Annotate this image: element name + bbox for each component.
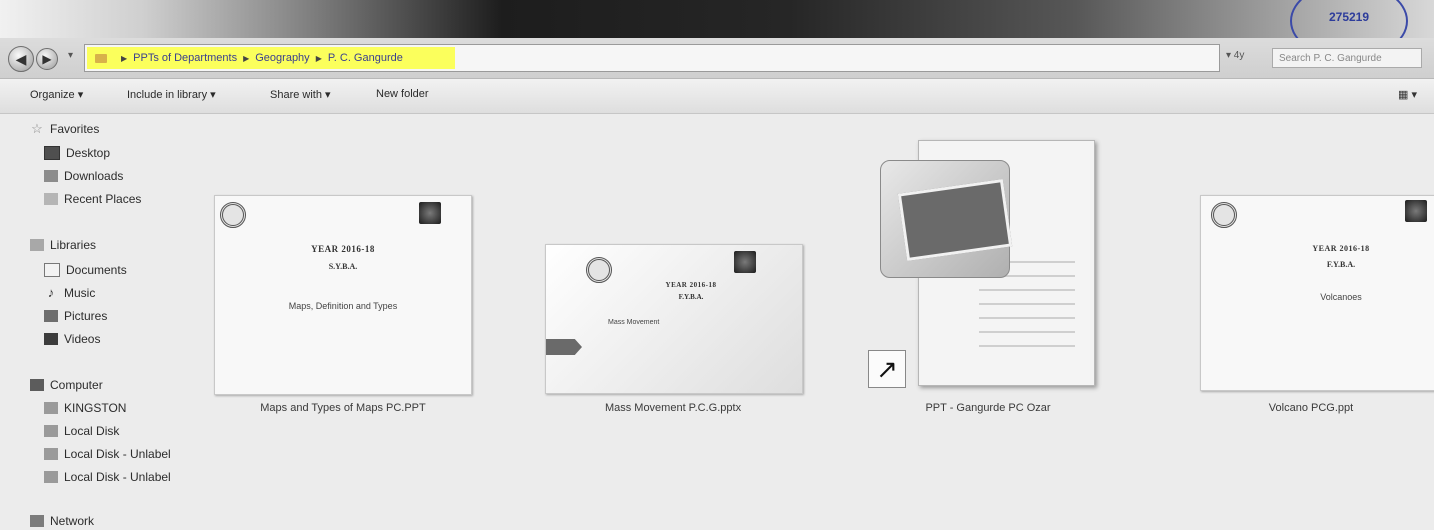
thumb-class: F.Y.B.A. [1326, 260, 1356, 269]
desktop-icon [44, 146, 60, 160]
thumb-year: YEAR 2016-18 [1312, 244, 1370, 253]
sidebar-item-label: Local Disk [64, 424, 120, 438]
sidebar-item-desktop[interactable]: Desktop [44, 146, 110, 160]
sidebar-item-documents[interactable]: Documents [44, 263, 127, 277]
sidebar-item-label: Downloads [64, 169, 124, 183]
powerpoint-file-icon[interactable] [880, 140, 1096, 386]
file-name-maps[interactable]: Maps and Types of Maps PC.PPT [226, 402, 460, 414]
sidebar-item-computer[interactable]: Computer [30, 378, 103, 392]
sidebar-item-libraries[interactable]: Libraries [30, 238, 96, 252]
sidebar-item-music[interactable]: ♪ Music [44, 285, 96, 300]
sidebar-item-label: Recent Places [64, 192, 142, 206]
sidebar-item-label: KINGSTON [64, 401, 127, 415]
libraries-icon [30, 239, 44, 251]
college-logo-icon [1211, 202, 1237, 228]
sidebar-item-favorites[interactable]: ☆ Favorites [30, 122, 99, 136]
file-name-ppt-gangurde[interactable]: PPT - Gangurde PC Ozar [880, 402, 1096, 414]
back-arrow-icon: ◀ [15, 51, 27, 67]
breadcrumb-geography[interactable]: Geography [255, 52, 309, 64]
sidebar-item-local-disk[interactable]: Local Disk [44, 424, 119, 438]
file-thumbnail-maps[interactable]: YEAR 2016-18 S.Y.B.A. Maps, Definition a… [214, 195, 472, 395]
sidebar-item-network[interactable]: Network [30, 514, 94, 528]
sidebar-item-recent-places[interactable]: Recent Places [44, 192, 141, 206]
documents-icon [44, 263, 60, 277]
sidebar-item-label: Local Disk - Unlabel [64, 447, 171, 461]
thumb-title: Volcanoes [1320, 292, 1362, 302]
downloads-icon [44, 170, 58, 182]
search-input[interactable]: Search P. C. Gangurde [1272, 48, 1422, 68]
videos-icon [44, 333, 58, 345]
breadcrumb-separator-icon[interactable]: ▶ [316, 54, 322, 63]
address-bar[interactable]: ▶ PPTs of Departments ▶ Geography ▶ P. C… [84, 44, 1220, 72]
breadcrumb-separator-icon[interactable]: ▶ [243, 54, 249, 63]
sidebar-item-pictures[interactable]: Pictures [44, 309, 107, 323]
breadcrumb-ppts-of-departments[interactable]: PPTs of Departments [133, 52, 237, 64]
sidebar-item-label: Network [50, 514, 95, 528]
music-note-icon: ♪ [47, 285, 55, 300]
sidebar-item-kingston[interactable]: KINGSTON [44, 401, 126, 415]
thumb-year: YEAR 2016-18 [311, 244, 375, 254]
shortcut-arrow-icon: ↗ [868, 350, 906, 388]
breadcrumb-pc-gangurde[interactable]: P. C. Gangurde [328, 52, 403, 64]
sidebar-item-videos[interactable]: Videos [44, 332, 100, 346]
breadcrumb: ▶ PPTs of Departments ▶ Geography ▶ P. C… [87, 47, 455, 69]
breadcrumb-separator-icon[interactable]: ▶ [121, 54, 127, 63]
refresh-button[interactable]: ▾ 4y [1226, 50, 1262, 66]
network-icon [30, 515, 44, 527]
back-button[interactable]: ◀ [8, 46, 34, 72]
sidebar-item-local-disk-unlabeled-1[interactable]: Local Disk - Unlabel [44, 447, 171, 461]
thumb-class: S.Y.B.A. [328, 262, 358, 271]
file-thumbnail-volcano[interactable]: YEAR 2016-18 F.Y.B.A. Volcanoes [1200, 195, 1434, 391]
sidebar-item-local-disk-unlabeled-2[interactable]: Local Disk - Unlabel [44, 470, 171, 484]
sidebar-item-label: Desktop [66, 146, 111, 160]
share-with-button[interactable]: Share with ▾ [270, 88, 331, 101]
file-name-mass-movement[interactable]: Mass Movement P.C.G.pptx [556, 402, 790, 414]
globe-icon [419, 202, 441, 224]
hard-drive-icon [44, 425, 58, 437]
sidebar-item-label: Music [64, 286, 96, 300]
file-thumbnail-mass-movement[interactable]: YEAR 2016-18 F.Y.B.A. Mass Movement [545, 244, 803, 394]
thumb-year: YEAR 2016-18 [665, 281, 717, 289]
hard-drive-icon [44, 471, 58, 483]
include-in-library-button[interactable]: Include in library ▾ [127, 88, 216, 101]
sidebar-item-label: Favorites [50, 122, 100, 136]
sidebar-item-label: Libraries [50, 238, 97, 252]
thumb-title: Mass Movement [608, 319, 660, 326]
view-options-icon[interactable]: ▦ ▾ [1398, 88, 1417, 101]
sidebar-item-label: Videos [64, 332, 101, 346]
usb-drive-icon [44, 402, 58, 414]
sidebar-item-label: Computer [50, 378, 103, 392]
new-folder-button[interactable]: New folder [376, 88, 429, 100]
recent-places-icon [44, 193, 58, 205]
pictures-icon [44, 310, 58, 322]
computer-icon [30, 379, 44, 391]
globe-icon [734, 251, 756, 273]
sidebar-item-label: Pictures [64, 309, 108, 323]
recent-pages-dropdown[interactable]: ▾ [68, 50, 73, 61]
college-logo-icon [586, 257, 612, 283]
forward-button[interactable]: ▶ [36, 48, 58, 70]
thumb-class: F.Y.B.A. [678, 293, 704, 301]
organize-button[interactable]: Organize ▾ [30, 88, 83, 101]
globe-icon [1405, 200, 1427, 222]
folder-icon [95, 53, 107, 63]
slide-arrow-shape [546, 339, 582, 355]
hard-drive-icon [44, 448, 58, 460]
sidebar-item-label: Documents [66, 263, 127, 277]
forward-arrow-icon: ▶ [42, 52, 52, 66]
college-logo-icon [220, 202, 246, 228]
thumb-title: Maps, Definition and Types [288, 301, 398, 311]
sidebar-item-label: Local Disk - Unlabel [64, 470, 171, 484]
sidebar-item-downloads[interactable]: Downloads [44, 169, 123, 183]
star-icon: ☆ [31, 121, 43, 136]
window-top-frame [0, 0, 1434, 40]
file-name-volcano[interactable]: Volcano PCG.ppt [1236, 402, 1386, 414]
stamp-number: 275219 [1328, 10, 1370, 24]
